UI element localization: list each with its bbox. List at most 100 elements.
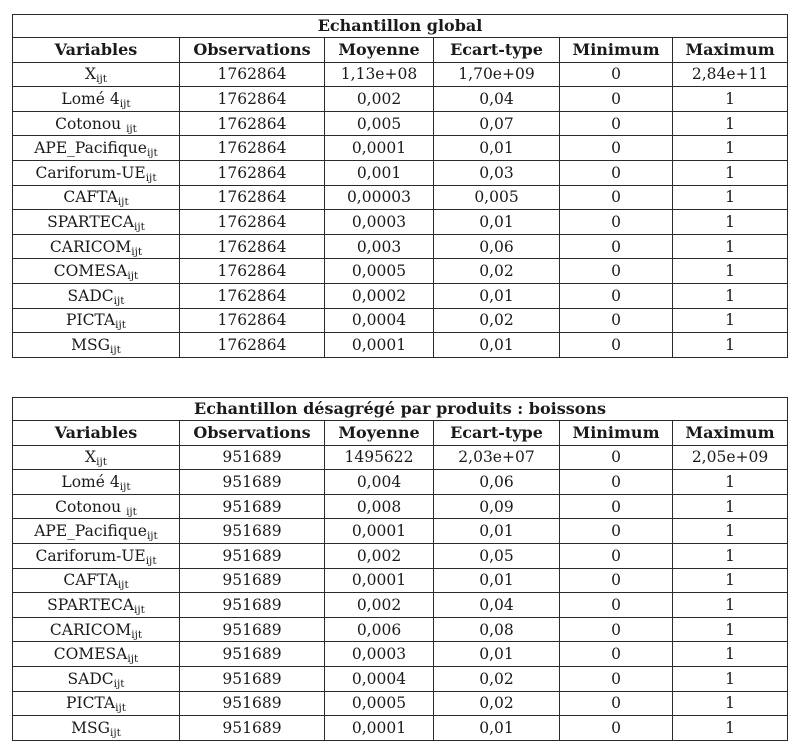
cell-mean: 0,0004 — [324, 665, 434, 692]
table-row: SPARTECAijt 1762864 0,0003 0,01 0 1 — [12, 209, 789, 235]
cell-observations: 1762864 — [179, 233, 325, 260]
cell-variable: Xijt — [12, 444, 180, 471]
cell-std-dev: 0,01 — [433, 567, 560, 594]
table-global-sample: Echantillon global Variables Observations… — [11, 14, 789, 358]
cell-minimum: 0 — [559, 258, 673, 284]
cell-std-dev: 0,06 — [433, 233, 560, 260]
cell-maximum: 1 — [671, 518, 789, 544]
cell-mean: 0,0005 — [324, 690, 434, 717]
cell-minimum: 0 — [559, 444, 673, 471]
table-row: Xijt 951689 1495622 2,03e+07 0 2,05e+09 — [12, 444, 789, 471]
cell-maximum: 1 — [671, 332, 789, 358]
column-header-observations: Observations — [179, 37, 325, 63]
table-row: MSGijt 951689 0,0001 0,01 0 1 — [12, 715, 789, 741]
cell-std-dev: 0,01 — [433, 332, 560, 358]
variable-subscript: ijt — [145, 171, 157, 184]
cell-observations: 1762864 — [179, 86, 325, 112]
column-header-minimum: Minimum — [559, 420, 673, 446]
table-title-row: Echantillon désagrégé par produits : boi… — [11, 397, 789, 421]
cell-observations: 1762864 — [179, 332, 325, 358]
cell-maximum: 1 — [671, 307, 789, 334]
cell-std-dev: 2,03e+07 — [433, 444, 560, 471]
cell-minimum: 0 — [559, 690, 673, 717]
cell-std-dev: 0,01 — [433, 209, 560, 235]
variable-name: Lomé 4 — [61, 89, 120, 108]
cell-mean: 1495622 — [324, 444, 434, 471]
cell-mean: 0,0001 — [324, 518, 434, 544]
column-header-mean: Moyenne — [324, 37, 434, 63]
table-title: Echantillon global — [11, 14, 789, 38]
cell-minimum: 0 — [559, 307, 673, 334]
variable-subscript: ijt — [131, 245, 143, 258]
cell-mean: 0,004 — [324, 469, 434, 495]
variable-subscript: ijt — [96, 456, 107, 469]
variable-name: COMESA — [53, 262, 128, 281]
variable-name: COMESA — [53, 645, 128, 664]
cell-minimum: 0 — [559, 86, 673, 112]
cell-maximum: 1 — [671, 616, 789, 643]
cell-std-dev: 0,08 — [433, 616, 560, 643]
variable-name: SADC — [67, 286, 114, 305]
column-header-maximum: Maximum — [671, 37, 789, 63]
variable-subscript: ijt — [117, 579, 129, 592]
cell-variable: CAFTAijt — [12, 567, 180, 594]
cell-variable: Cotonou ijt — [12, 493, 180, 520]
variable-name: MSG — [71, 718, 111, 737]
cell-mean: 0,008 — [324, 493, 434, 520]
variable-subscript: ijt — [115, 319, 126, 332]
variable-name: Cotonou — [55, 114, 127, 133]
cell-observations: 1762864 — [179, 307, 325, 334]
cell-observations: 1762864 — [179, 135, 325, 161]
cell-std-dev: 0,02 — [433, 307, 560, 334]
variable-name: MSG — [71, 335, 111, 354]
table-body: Xijt 1762864 1,13e+08 1,70e+09 0 2,84e+11 Lomé… — [12, 61, 789, 358]
cell-maximum: 1 — [671, 258, 789, 284]
table-row: Cariforum-UEijt 1762864 0,001 0,03 0 1 — [12, 159, 789, 186]
cell-std-dev: 0,05 — [433, 542, 560, 569]
cell-variable: APE_Pacifiqueijt — [12, 518, 180, 544]
table-row: APE_Pacifiqueijt 1762864 0,0001 0,01 0 1 — [12, 135, 789, 161]
variable-name: PICTA — [66, 311, 116, 330]
cell-maximum: 1 — [671, 641, 789, 667]
variable-name: CARICOM — [49, 620, 132, 639]
cell-observations: 1762864 — [179, 159, 325, 186]
variable-subscript: ijt — [115, 702, 126, 715]
variable-name: SPARTECA — [47, 595, 135, 614]
table-row: CAFTAijt 951689 0,0001 0,01 0 1 — [12, 567, 789, 594]
column-header-observations: Observations — [179, 420, 325, 446]
variable-subscript: ijt — [146, 147, 158, 160]
table-row: Cotonou ijt 951689 0,008 0,09 0 1 — [12, 493, 789, 520]
cell-variable: APE_Pacifiqueijt — [12, 135, 180, 161]
variable-subscript: ijt — [110, 343, 121, 356]
cell-variable: MSGijt — [12, 332, 180, 358]
cell-variable: Cariforum-UEijt — [12, 159, 180, 186]
column-header-mean: Moyenne — [324, 420, 434, 446]
variable-name: CAFTA — [63, 188, 118, 207]
cell-maximum: 1 — [671, 469, 789, 495]
cell-minimum: 0 — [559, 542, 673, 569]
cell-observations: 951689 — [179, 641, 325, 667]
cell-std-dev: 0,02 — [433, 690, 560, 717]
cell-observations: 951689 — [179, 493, 325, 520]
table-row: PICTAijt 951689 0,0005 0,02 0 1 — [12, 690, 789, 717]
variable-subscript: ijt — [131, 628, 143, 641]
cell-variable: COMESAijt — [12, 641, 180, 667]
cell-std-dev: 0,01 — [433, 715, 560, 741]
cell-maximum: 1 — [671, 159, 789, 186]
cell-std-dev: 0,06 — [433, 469, 560, 495]
variable-name: SPARTECA — [47, 212, 135, 231]
cell-mean: 1,13e+08 — [324, 61, 434, 88]
cell-maximum: 1 — [671, 567, 789, 594]
table-row: CAFTAijt 1762864 0,00003 0,005 0 1 — [12, 184, 789, 211]
cell-maximum: 1 — [671, 110, 789, 137]
cell-minimum: 0 — [559, 665, 673, 692]
table-row: SADCijt 951689 0,0004 0,02 0 1 — [12, 665, 789, 692]
variable-subscript: ijt — [117, 196, 129, 209]
cell-maximum: 1 — [671, 690, 789, 717]
cell-maximum: 1 — [671, 209, 789, 235]
cell-minimum: 0 — [559, 616, 673, 643]
cell-observations: 951689 — [179, 690, 325, 717]
variable-name: Cariforum-UE — [35, 163, 146, 182]
cell-minimum: 0 — [559, 592, 673, 618]
table-body: Xijt 951689 1495622 2,03e+07 0 2,05e+09 Lomé 4… — [12, 444, 789, 741]
